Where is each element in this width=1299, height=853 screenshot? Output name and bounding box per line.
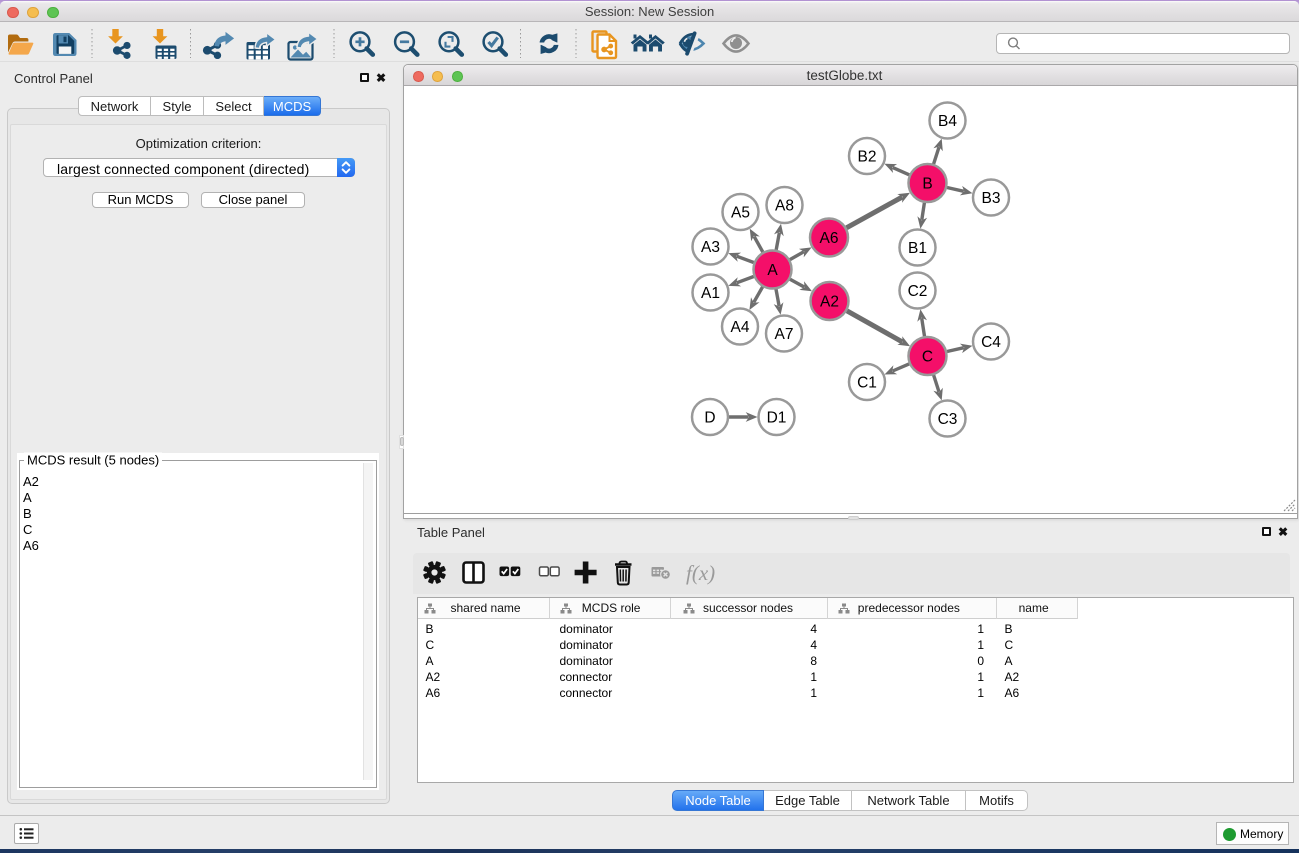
- svg-text:A2: A2: [820, 294, 839, 311]
- svg-text:C: C: [922, 349, 933, 366]
- svg-text:C2: C2: [908, 283, 928, 300]
- svg-text:D1: D1: [767, 410, 787, 427]
- svg-text:A: A: [767, 262, 778, 279]
- svg-text:A5: A5: [731, 205, 750, 222]
- svg-text:C1: C1: [857, 375, 877, 392]
- svg-text:A4: A4: [731, 319, 750, 336]
- svg-text:C4: C4: [981, 334, 1001, 351]
- svg-text:B2: B2: [858, 149, 877, 166]
- svg-text:f(x): f(x): [686, 561, 715, 585]
- svg-text:B4: B4: [938, 113, 957, 130]
- svg-text:B1: B1: [908, 240, 927, 257]
- svg-text:B: B: [922, 176, 932, 193]
- svg-text:A7: A7: [775, 326, 794, 343]
- svg-text:A6: A6: [820, 230, 839, 247]
- svg-text:A8: A8: [775, 198, 794, 215]
- svg-text:B3: B3: [982, 190, 1001, 207]
- svg-text:D: D: [704, 410, 715, 427]
- svg-text:A1: A1: [701, 285, 720, 302]
- svg-text:A3: A3: [701, 239, 720, 256]
- svg-text:C3: C3: [938, 411, 958, 428]
